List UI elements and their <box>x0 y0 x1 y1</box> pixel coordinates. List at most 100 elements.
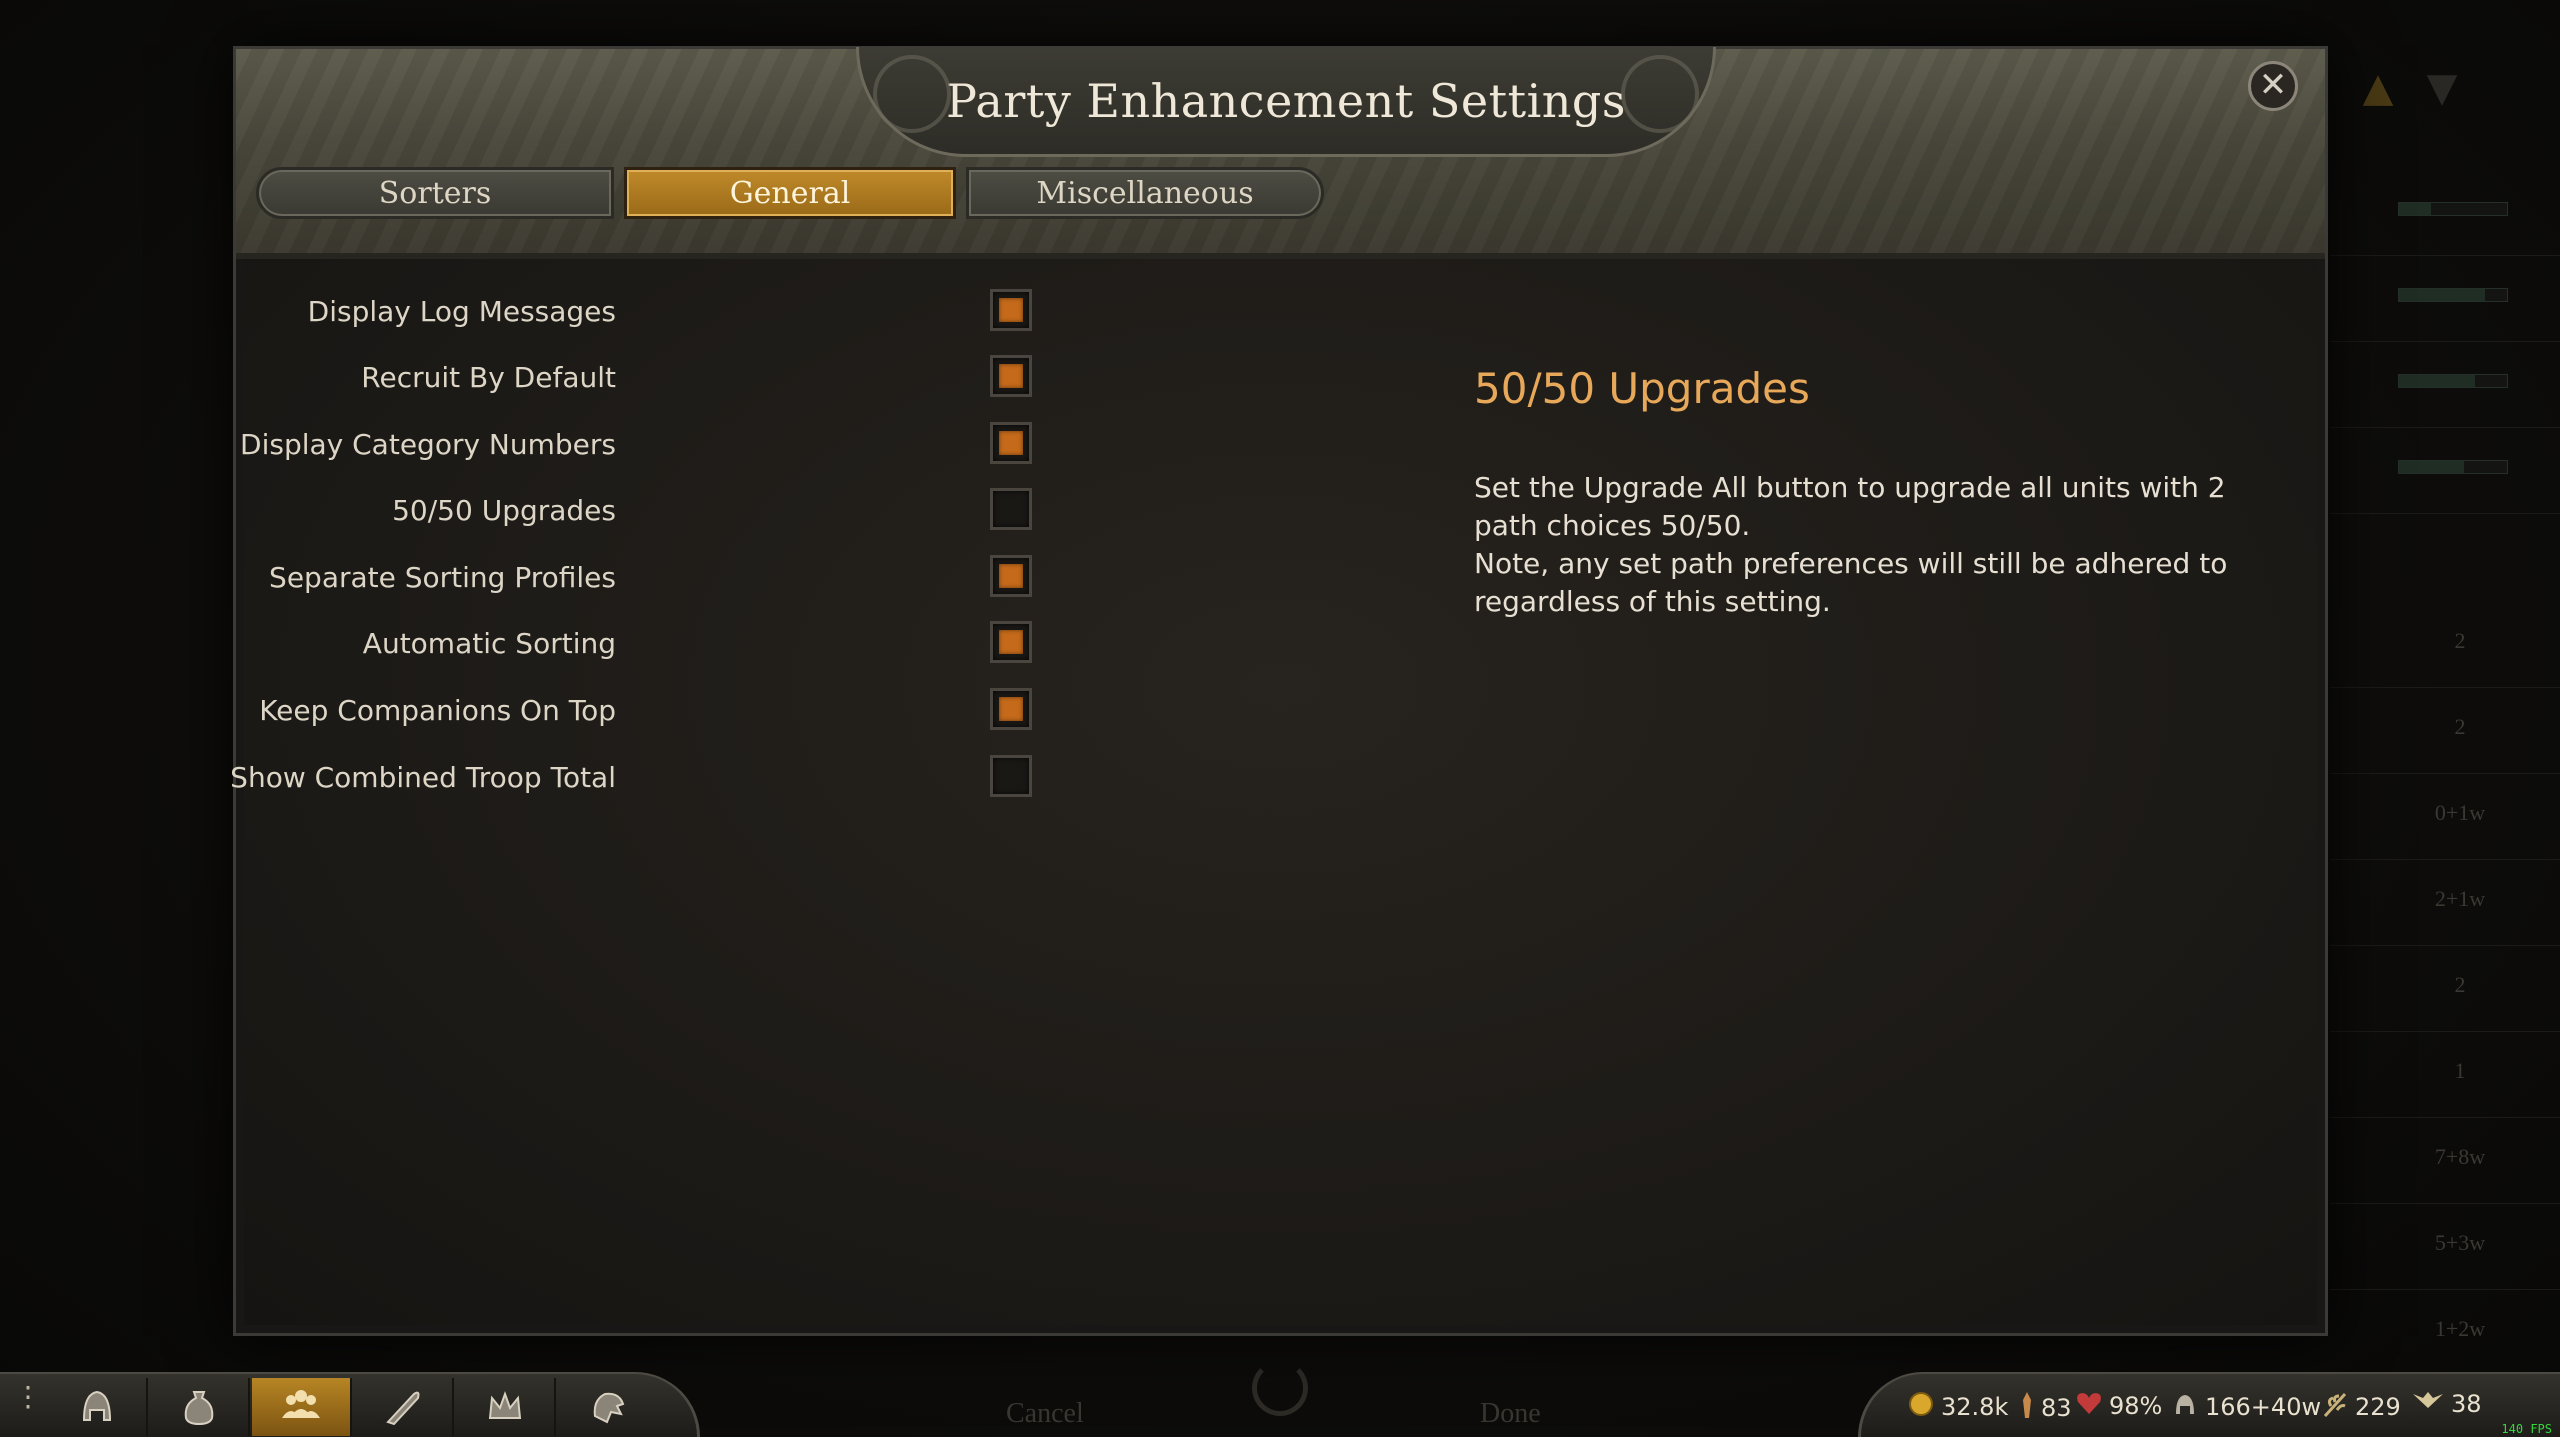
option-label: Separate Sorting Profiles <box>269 561 616 594</box>
troops-stat: 166+40w <box>2171 1390 2321 1424</box>
background-troop-count: 7+8w <box>2434 1144 2486 1169</box>
background-row <box>2330 170 2560 256</box>
background-troop-column: 2 2 0+1w 2+1w 2 1 7+8w 5+3w 1+2w <box>2330 170 2560 1376</box>
background-row: 1 <box>2330 1032 2560 1118</box>
option-row: Recruit By Default <box>244 355 1284 411</box>
background-bar-fill <box>2399 289 2486 301</box>
background-row <box>2330 428 2560 514</box>
option-row: Separate Sorting Profiles <box>244 555 1284 611</box>
recruit-by-default-checkbox[interactable] <box>990 355 1032 397</box>
background-bar-fill <box>2399 461 2464 473</box>
party-troops-icon[interactable] <box>252 1378 352 1436</box>
background-troop-count: 1+2w <box>2434 1316 2486 1341</box>
description-text: Set the Upgrade All button to upgrade al… <box>1474 469 2274 621</box>
background-troop-count: 2 <box>2454 972 2466 997</box>
morale-value: 98% <box>2109 1392 2163 1420</box>
inventory-bag-icon[interactable] <box>150 1378 250 1436</box>
heart-icon <box>2075 1390 2103 1422</box>
background-row: 2 <box>2330 688 2560 774</box>
option-row: Keep Companions On Top <box>244 688 1284 744</box>
bottom-nav-bar: ⋮ <box>0 1372 700 1437</box>
speed-stat: 38 <box>2411 1390 2482 1418</box>
menu-dots-icon[interactable]: ⋮ <box>14 1383 42 1411</box>
influence-stat: 83 <box>2019 1390 2072 1426</box>
character-helmet-icon[interactable] <box>48 1378 148 1436</box>
fifty-fifty-upgrades-checkbox[interactable] <box>990 488 1032 530</box>
option-label: Recruit By Default <box>361 361 616 394</box>
background-reset-icon <box>1252 1360 1308 1416</box>
influence-value: 83 <box>2041 1394 2072 1422</box>
option-label: Display Category Numbers <box>240 428 616 461</box>
option-row: Display Log Messages <box>244 289 1284 345</box>
speed-value: 38 <box>2451 1390 2482 1418</box>
background-cancel-button: Cancel <box>1006 1398 1084 1429</box>
background-troop-count: 2 <box>2454 714 2466 739</box>
fps-counter: 140 FPS <box>2501 1422 2552 1436</box>
morale-stat: 98% <box>2075 1390 2162 1422</box>
troops-value: 166+40w <box>2205 1393 2322 1421</box>
background-troop-count: 0+1w <box>2434 800 2486 825</box>
gold-stat: 32.8k <box>1907 1390 2008 1424</box>
speed-wings-icon <box>2411 1390 2445 1418</box>
modal-body: Display Log Messages Recruit By Default … <box>230 259 2317 1325</box>
food-stat: 229 <box>2321 1390 2401 1424</box>
close-icon[interactable]: ✕ <box>2248 61 2298 111</box>
background-row <box>2330 256 2560 342</box>
show-combined-troop-total-checkbox[interactable] <box>990 755 1032 797</box>
background-troop-count: 5+3w <box>2434 1230 2486 1255</box>
food-wheat-icon <box>2321 1390 2349 1424</box>
background-row: 7+8w <box>2330 1118 2560 1204</box>
background-row: 2+1w <box>2330 860 2560 946</box>
option-label: Keep Companions On Top <box>259 694 616 727</box>
separate-sorting-profiles-checkbox[interactable] <box>990 555 1032 597</box>
food-value: 229 <box>2355 1393 2401 1421</box>
option-row: Show Combined Troop Total <box>230 755 1284 811</box>
option-label: Show Combined Troop Total <box>230 761 616 794</box>
background-bar <box>2398 288 2508 302</box>
background-row: 0+1w <box>2330 774 2560 860</box>
display-log-messages-checkbox[interactable] <box>990 289 1032 331</box>
background-row: 1+2w <box>2330 1290 2560 1376</box>
background-arrow-down-icon: ▼ <box>2426 65 2458 111</box>
gold-coin-icon <box>1907 1390 1935 1424</box>
tab-general[interactable]: General <box>624 167 956 219</box>
background-troop-count: 1 <box>2454 1058 2466 1083</box>
background-bar-fill <box>2399 203 2432 215</box>
background-bar <box>2398 374 2508 388</box>
troops-helmet-icon <box>2171 1390 2199 1424</box>
background-troop-count: 2 <box>2454 628 2466 653</box>
keep-companions-on-top-checkbox[interactable] <box>990 688 1032 730</box>
display-category-numbers-checkbox[interactable] <box>990 422 1032 464</box>
modal-title: Party Enhancement Settings <box>946 73 1626 128</box>
status-bar: 32.8k 83 98% 166+40w 229 38 140 FPS <box>1858 1372 2560 1437</box>
background-arrow-up-icon: ▲ <box>2362 65 2394 111</box>
influence-icon <box>2019 1390 2035 1426</box>
background-bar-fill <box>2399 375 2475 387</box>
option-label: Automatic Sorting <box>362 627 616 660</box>
option-label: 50/50 Upgrades <box>392 494 616 527</box>
kingdom-lion-icon[interactable] <box>558 1378 658 1436</box>
tab-sorters[interactable]: Sorters <box>256 167 614 219</box>
tab-miscellaneous[interactable]: Miscellaneous <box>966 167 1324 219</box>
settings-modal: Party Enhancement Settings ✕ Sorters Gen… <box>230 46 2328 1336</box>
option-label: Display Log Messages <box>307 295 616 328</box>
quests-quill-icon[interactable] <box>354 1378 454 1436</box>
option-row: Automatic Sorting <box>244 621 1284 677</box>
background-troop-count: 2+1w <box>2434 886 2486 911</box>
option-row: Display Category Numbers <box>240 422 1284 478</box>
background-done-button: Done <box>1480 1398 1541 1429</box>
background-row <box>2330 342 2560 428</box>
clan-crown-icon[interactable] <box>456 1378 556 1436</box>
automatic-sorting-checkbox[interactable] <box>990 621 1032 663</box>
option-row: 50/50 Upgrades <box>244 488 1284 544</box>
title-plate: Party Enhancement Settings <box>856 47 1716 157</box>
description-line: Note, any set path preferences will stil… <box>1474 547 2228 618</box>
background-row: 2 <box>2330 946 2560 1032</box>
background-row: 5+3w <box>2330 1204 2560 1290</box>
gold-value: 32.8k <box>1941 1393 2009 1421</box>
description-title: 50/50 Upgrades <box>1474 364 1810 413</box>
background-bar <box>2398 460 2508 474</box>
background-row: 2 <box>2330 602 2560 688</box>
background-bar <box>2398 202 2508 216</box>
description-line: Set the Upgrade All button to upgrade al… <box>1474 471 2226 542</box>
